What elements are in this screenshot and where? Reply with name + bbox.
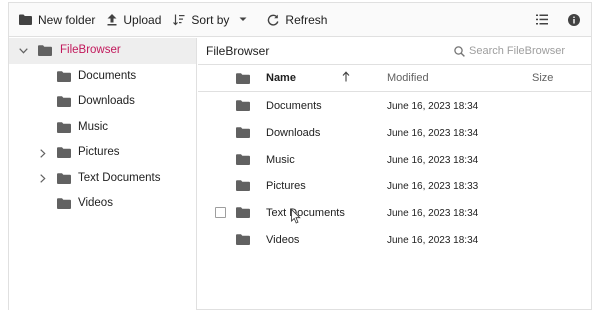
folder-icon	[57, 121, 71, 136]
nav-item-label: Videos	[78, 197, 113, 209]
upload-label: Upload	[123, 12, 162, 27]
file-modified: June 16, 2023 18:34	[387, 127, 479, 139]
chevron-right-icon[interactable]	[37, 147, 49, 159]
refresh-label: Refresh	[285, 12, 328, 27]
file-name: Documents	[266, 100, 322, 112]
nav-item-label: Documents	[78, 69, 137, 82]
table-row[interactable]: Downloads June 16, 2023 18:34	[198, 119, 591, 146]
nav-item-music[interactable]: Music	[9, 115, 196, 141]
folder-icon	[57, 96, 71, 110]
nav-root-label: FileBrowser	[60, 44, 121, 56]
search-box[interactable]	[454, 42, 584, 61]
folder-icon	[57, 147, 71, 161]
nav-item-pictures[interactable]: Pictures	[9, 140, 196, 166]
address-bar: FileBrowser	[198, 38, 591, 65]
breadcrumb[interactable]: FileBrowser	[206, 44, 269, 58]
new-folder-button[interactable]: New folder	[13, 3, 101, 37]
refresh-button[interactable]: Refresh	[261, 3, 333, 37]
folder-icon	[236, 234, 250, 248]
nav-item-label: Text Documents	[78, 171, 161, 184]
refresh-icon	[268, 14, 279, 26]
mouse-cursor-icon	[291, 209, 301, 224]
chevron-right-icon[interactable]	[37, 173, 49, 185]
nav-item-downloads[interactable]: Downloads	[9, 89, 196, 115]
table-row[interactable]: Pictures June 16, 2023 18:33	[198, 172, 591, 199]
file-name: Text Documents	[266, 207, 345, 220]
folder-icon	[57, 70, 71, 85]
sort-icon	[173, 14, 185, 25]
file-name: Downloads	[266, 126, 321, 139]
file-grid: Name Modified Size Documents June 16, 20…	[198, 65, 591, 310]
nav-item-videos[interactable]: Videos	[9, 191, 196, 217]
table-row[interactable]: Videos June 16, 2023 18:34	[198, 226, 591, 253]
nav-item-label: Music	[78, 120, 109, 133]
chevron-down-icon[interactable]	[17, 45, 29, 57]
sort-by-label: Sort by	[191, 12, 230, 27]
file-name: Videos	[266, 233, 300, 246]
file-modified: June 16, 2023 18:34	[387, 101, 479, 112]
column-header-size[interactable]: Size	[532, 72, 553, 84]
folder-icon	[236, 73, 250, 87]
details-button[interactable]	[561, 7, 587, 33]
folder-icon	[57, 198, 71, 212]
column-header-name[interactable]: Name	[266, 72, 296, 84]
folder-icon	[236, 207, 250, 221]
file-modified: June 16, 2023 18:34	[387, 208, 479, 220]
nav-item-label: Pictures	[78, 146, 120, 158]
toolbar: New folder Upload Sort by Refresh	[9, 3, 591, 37]
folder-icon	[236, 100, 250, 114]
chevron-down-icon	[239, 17, 247, 21]
folder-icon	[236, 127, 250, 141]
grid-header: Name Modified Size	[198, 65, 591, 92]
column-header-modified[interactable]: Modified	[387, 72, 429, 84]
search-icon	[454, 45, 465, 57]
file-modified: June 16, 2023 18:33	[387, 181, 479, 193]
sort-by-button[interactable]: Sort by	[167, 3, 253, 37]
folder-icon	[57, 172, 71, 187]
navigation-pane: FileBrowser Documents Downloads Music Pi…	[9, 38, 197, 310]
upload-icon	[107, 13, 117, 25]
file-modified: June 16, 2023 18:34	[387, 154, 479, 166]
view-toggle-button[interactable]	[529, 7, 555, 33]
file-modified: June 16, 2023 18:34	[387, 234, 479, 246]
nav-item-text-documents[interactable]: Text Documents	[9, 166, 196, 192]
view-toggle-icon	[536, 14, 548, 25]
nav-item-documents[interactable]: Documents	[9, 64, 196, 90]
file-manager: New folder Upload Sort by Refresh FileBr…	[8, 2, 592, 310]
upload-button[interactable]: Upload	[101, 3, 167, 37]
folder-icon	[38, 45, 52, 59]
table-row[interactable]: Music June 16, 2023 18:34	[198, 146, 591, 173]
row-checkbox[interactable]	[215, 207, 226, 219]
folder-icon	[236, 180, 250, 194]
folder-icon	[236, 153, 250, 168]
sort-ascending-icon[interactable]	[342, 71, 350, 85]
file-name: Music	[266, 153, 295, 166]
details-icon	[568, 13, 580, 26]
search-input[interactable]	[469, 45, 579, 57]
new-folder-icon	[19, 14, 32, 25]
table-row[interactable]: Documents June 16, 2023 18:34	[198, 92, 591, 119]
new-folder-label: New folder	[38, 12, 96, 27]
nav-item-label: Downloads	[78, 95, 135, 107]
table-row[interactable]: Text Documents June 16, 2023 18:34	[198, 199, 591, 226]
nav-root-filebrowser[interactable]: FileBrowser	[9, 38, 196, 64]
file-name: Pictures	[266, 180, 306, 193]
